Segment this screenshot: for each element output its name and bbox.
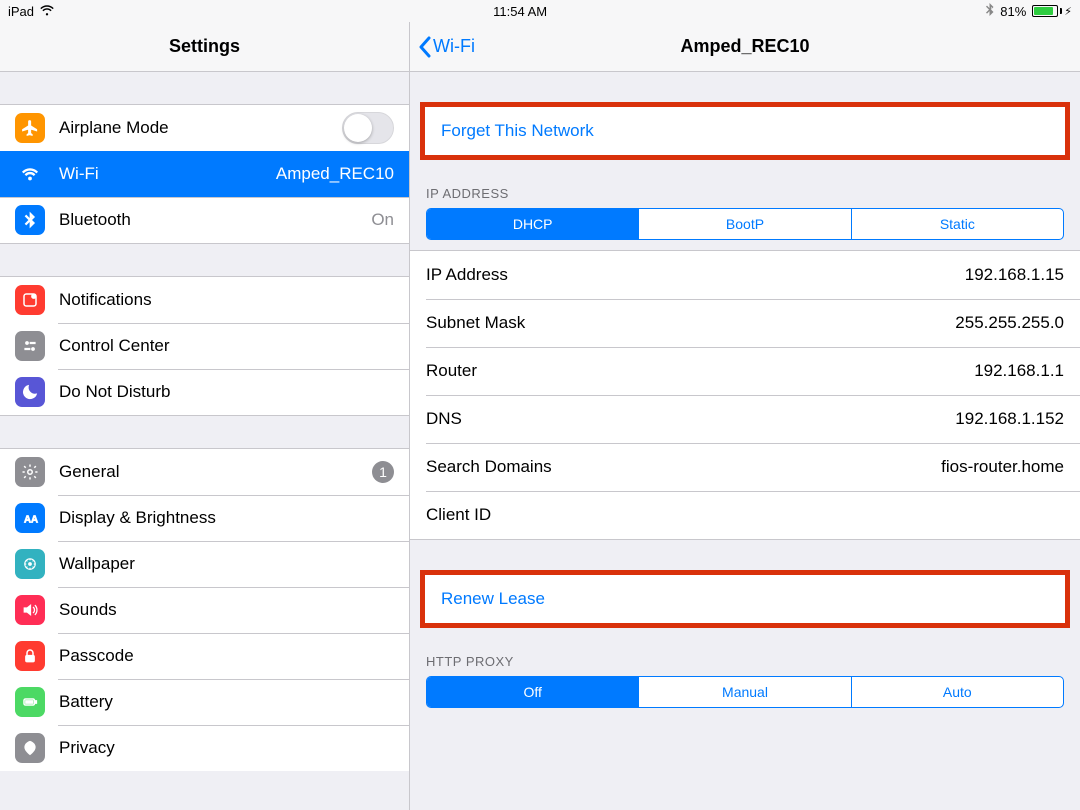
battery-label: Battery	[59, 692, 409, 712]
airplane-switch[interactable]	[342, 112, 394, 144]
row-client-id[interactable]: Client ID	[410, 491, 1080, 539]
row-subnet[interactable]: Subnet Mask 255.255.255.0	[410, 299, 1080, 347]
svg-text:AA: AA	[24, 515, 38, 526]
forget-network-button[interactable]: Forget This Network	[425, 107, 1065, 155]
row-ip-address[interactable]: IP Address 192.168.1.15	[410, 251, 1080, 299]
wallpaper-label: Wallpaper	[59, 554, 409, 574]
general-badge: 1	[372, 461, 394, 483]
seg-dhcp[interactable]: DHCP	[427, 209, 638, 239]
bluetooth-status-icon	[986, 3, 994, 19]
sidebar-item-airplane[interactable]: Airplane Mode	[0, 105, 409, 151]
battery-settings-icon	[15, 687, 45, 717]
privacy-icon	[15, 733, 45, 763]
wifi-label: Wi-Fi	[59, 164, 276, 184]
sidebar-title: Settings	[169, 36, 240, 57]
battery-icon: ⚡︎	[1032, 5, 1072, 18]
airplane-icon	[15, 113, 45, 143]
bluetooth-label: Bluetooth	[59, 210, 371, 230]
sidebar-group-1: Airplane Mode Wi-Fi Amped_REC10 Bluetoot…	[0, 104, 409, 244]
bluetooth-icon	[15, 205, 45, 235]
sidebar-navbar: Settings	[0, 22, 409, 72]
sounds-label: Sounds	[59, 600, 409, 620]
sidebar-item-battery[interactable]: Battery	[0, 679, 409, 725]
general-icon	[15, 457, 45, 487]
controlcenter-icon	[15, 331, 45, 361]
display-icon: AA	[15, 503, 45, 533]
sidebar-item-wallpaper[interactable]: Wallpaper	[0, 541, 409, 587]
airplane-label: Airplane Mode	[59, 118, 342, 138]
wallpaper-icon	[15, 549, 45, 579]
passcode-icon	[15, 641, 45, 671]
renew-lease-button[interactable]: Renew Lease	[425, 575, 1065, 623]
back-button[interactable]: Wi-Fi	[418, 22, 475, 71]
sidebar-group-3: General 1 AA Display & Brightness Wallpa…	[0, 448, 409, 771]
seg-bootp[interactable]: BootP	[638, 209, 850, 239]
sidebar-item-sounds[interactable]: Sounds	[0, 587, 409, 633]
detail-title: Amped_REC10	[680, 36, 809, 57]
sidebar-item-controlcenter[interactable]: Control Center	[0, 323, 409, 369]
ip-section-header: IP ADDRESS	[410, 160, 1080, 208]
sidebar-item-general[interactable]: General 1	[0, 449, 409, 495]
highlight-forget: Forget This Network	[420, 102, 1070, 160]
row-router[interactable]: Router 192.168.1.1	[410, 347, 1080, 395]
back-label: Wi-Fi	[433, 36, 475, 57]
seg-proxy-off[interactable]: Off	[427, 677, 638, 707]
battery-percent: 81%	[1000, 4, 1026, 19]
privacy-label: Privacy	[59, 738, 409, 758]
dnd-label: Do Not Disturb	[59, 382, 409, 402]
seg-static[interactable]: Static	[851, 209, 1063, 239]
ip-mode-segmented[interactable]: DHCP BootP Static	[426, 208, 1064, 240]
sidebar-group-2: Notifications Control Center Do Not Dist…	[0, 276, 409, 416]
sidebar-item-display[interactable]: AA Display & Brightness	[0, 495, 409, 541]
settings-sidebar: Settings Airplane Mode Wi-Fi Amped_REC10	[0, 22, 410, 810]
bluetooth-value: On	[371, 210, 394, 230]
detail-navbar: Wi-Fi Amped_REC10	[410, 22, 1080, 72]
seg-proxy-manual[interactable]: Manual	[638, 677, 850, 707]
wifi-row-icon	[15, 159, 45, 189]
notifications-label: Notifications	[59, 290, 409, 310]
wifi-value: Amped_REC10	[276, 164, 394, 184]
row-dns[interactable]: DNS 192.168.1.152	[410, 395, 1080, 443]
sidebar-item-dnd[interactable]: Do Not Disturb	[0, 369, 409, 415]
passcode-label: Passcode	[59, 646, 409, 666]
status-bar: iPad 11:54 AM 81% ⚡︎	[0, 0, 1080, 22]
sidebar-item-wifi[interactable]: Wi-Fi Amped_REC10	[0, 151, 409, 197]
display-label: Display & Brightness	[59, 508, 409, 528]
controlcenter-label: Control Center	[59, 336, 409, 356]
wifi-icon	[40, 4, 54, 19]
proxy-section-header: HTTP PROXY	[410, 628, 1080, 676]
detail-pane: Wi-Fi Amped_REC10 Forget This Network IP…	[410, 22, 1080, 810]
highlight-renew: Renew Lease	[420, 570, 1070, 628]
sidebar-item-notifications[interactable]: Notifications	[0, 277, 409, 323]
seg-proxy-auto[interactable]: Auto	[851, 677, 1063, 707]
dnd-icon	[15, 377, 45, 407]
sidebar-item-privacy[interactable]: Privacy	[0, 725, 409, 771]
row-search-domains[interactable]: Search Domains fios-router.home	[410, 443, 1080, 491]
clock: 11:54 AM	[54, 4, 986, 19]
sidebar-item-bluetooth[interactable]: Bluetooth On	[0, 197, 409, 243]
sounds-icon	[15, 595, 45, 625]
ip-table: IP Address 192.168.1.15 Subnet Mask 255.…	[410, 250, 1080, 540]
notifications-icon	[15, 285, 45, 315]
sidebar-item-passcode[interactable]: Passcode	[0, 633, 409, 679]
proxy-segmented[interactable]: Off Manual Auto	[426, 676, 1064, 708]
device-label: iPad	[8, 4, 34, 19]
general-label: General	[59, 462, 372, 482]
